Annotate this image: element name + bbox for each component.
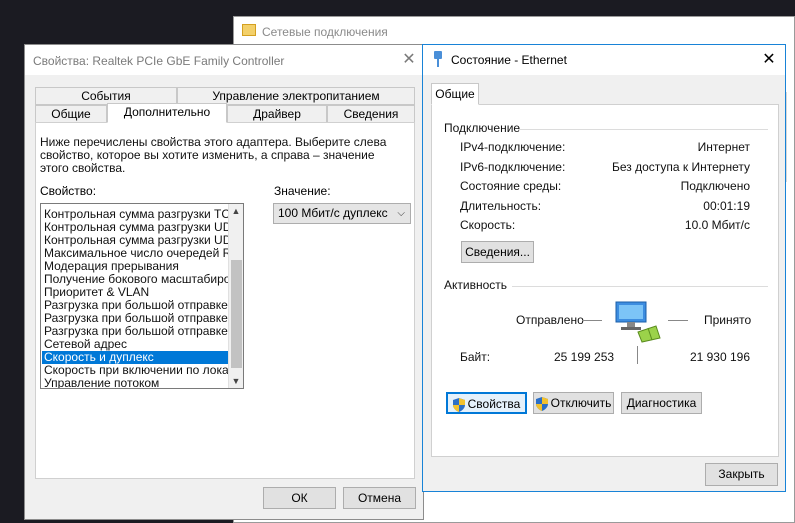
bytes-sent-value: 25 199 253 [554, 350, 615, 364]
property-list-item[interactable]: Контрольная сумма разгрузки UDP [42, 234, 230, 247]
close-button[interactable]: Закрыть [705, 463, 778, 486]
property-list-item[interactable]: Скорость при включении по локальной [42, 364, 230, 377]
tab-advanced[interactable]: Дополнительно [107, 103, 227, 123]
scroll-down-arrow-icon[interactable]: ▼ [229, 374, 243, 388]
tab-general[interactable]: Общие [35, 105, 107, 123]
tab-details[interactable]: Сведения [327, 105, 415, 123]
ipv4-value: Интернет [697, 140, 750, 154]
network-window-title: Сетевые подключения [262, 25, 388, 39]
tab-driver[interactable]: Драйвер [227, 105, 327, 123]
disable-button[interactable]: Отключить [533, 392, 614, 414]
property-list-item[interactable]: Разгрузка при большой отправке v2 [42, 325, 230, 338]
diagnostics-button[interactable]: Диагностика [621, 392, 702, 414]
property-list-item[interactable]: Управление потоком [42, 377, 230, 388]
property-list-item-selected[interactable]: Скорость и дуплекс [42, 351, 230, 364]
property-list-item[interactable]: Разгрузка при большой отправке (IP [42, 299, 230, 312]
status-window-title: Состояние - Ethernet [451, 53, 567, 67]
property-list-scrollbar[interactable]: ▲ ▼ [228, 204, 243, 388]
cancel-button[interactable]: Отмена [343, 487, 416, 509]
media-state-value: Подключено [680, 179, 750, 193]
properties-titlebar: Свойства: Realtek PCIe GbE Family Contro… [25, 45, 423, 75]
network-window-content-edge [786, 92, 794, 182]
properties-button[interactable]: Свойства [446, 392, 527, 414]
received-label: Принято [704, 313, 752, 327]
property-list-item[interactable]: Разгрузка при большой отправке v2 [42, 312, 230, 325]
duration-label: Длительность: [460, 199, 542, 213]
value-label: Значение: [274, 184, 331, 198]
value-dropdown[interactable]: 100 Мбит/с дуплекс ⌵ [273, 203, 411, 224]
uac-shield-icon [535, 396, 548, 411]
property-list-item[interactable]: Контрольная сумма разгрузки UDP [42, 221, 230, 234]
status-titlebar: Состояние - Ethernet ✕ [423, 45, 785, 75]
connection-group-divider [518, 129, 768, 130]
bytes-label: Байт: [460, 350, 491, 364]
details-button[interactable]: Сведения... [461, 241, 534, 263]
chevron-down-icon: ⌵ [397, 208, 405, 219]
properties-window-title: Свойства: Realtek PCIe GbE Family Contro… [33, 54, 285, 68]
received-dash [668, 320, 688, 321]
ipv6-label: IPv6-подключение: [460, 160, 566, 174]
connection-group-title: Подключение [444, 121, 521, 135]
ethernet-status-window: Состояние - Ethernet ✕ Подключение IPv4-… [422, 44, 786, 492]
scroll-up-arrow-icon[interactable]: ▲ [229, 204, 243, 218]
bytes-divider [637, 346, 638, 364]
property-list-item[interactable]: Максимальное число очередей RSS [42, 247, 230, 260]
speed-label: Скорость: [460, 218, 516, 232]
advanced-description: Ниже перечислены свойства этого адаптера… [40, 135, 387, 175]
property-list-item[interactable]: Сетевой адрес [42, 338, 230, 351]
scrollbar-thumb[interactable] [231, 260, 242, 368]
disable-button-label: Отключить [550, 396, 612, 410]
ethernet-plug-icon [434, 51, 442, 67]
media-state-label: Состояние среды: [460, 179, 562, 193]
ok-button[interactable]: ОК [263, 487, 336, 509]
properties-close-button[interactable]: ✕ [399, 50, 419, 70]
speed-value: 10.0 Мбит/с [684, 218, 750, 232]
property-list-item[interactable]: Модерация прерывания [42, 260, 230, 273]
network-folder-icon [242, 24, 256, 36]
sent-label: Отправлено [516, 313, 584, 327]
bytes-received-value: 21 930 196 [689, 350, 750, 364]
property-list-item[interactable]: Приоритет & VLAN [42, 286, 230, 299]
status-general-panel: Подключение IPv4-подключение: Интернет I… [431, 104, 779, 457]
properties-button-label: Свойства [467, 397, 521, 411]
property-list-item[interactable]: Контрольная сумма разгрузки TCP [42, 208, 230, 221]
property-list[interactable]: Контрольная сумма разгрузки TCP Контроль… [40, 203, 244, 389]
value-dropdown-text: 100 Мбит/с дуплекс [278, 206, 388, 220]
duration-value: 00:01:19 [703, 199, 750, 213]
adapter-properties-window: Свойства: Realtek PCIe GbE Family Contro… [24, 44, 424, 520]
ipv6-value: Без доступа к Интернету [611, 160, 750, 174]
sent-dash [582, 320, 602, 321]
activity-group-divider [512, 286, 768, 287]
advanced-tab-panel: Ниже перечислены свойства этого адаптера… [35, 122, 415, 479]
property-list-item[interactable]: Получение бокового масштабирования [42, 273, 230, 286]
activity-group-title: Активность [444, 278, 508, 292]
network-computers-icon [615, 301, 661, 343]
status-close-button[interactable]: ✕ [759, 50, 779, 70]
property-label: Свойство: [40, 184, 97, 198]
uac-shield-icon [452, 397, 465, 412]
tab-status-general[interactable]: Общие [431, 83, 479, 105]
ipv4-label: IPv4-подключение: [460, 140, 566, 154]
